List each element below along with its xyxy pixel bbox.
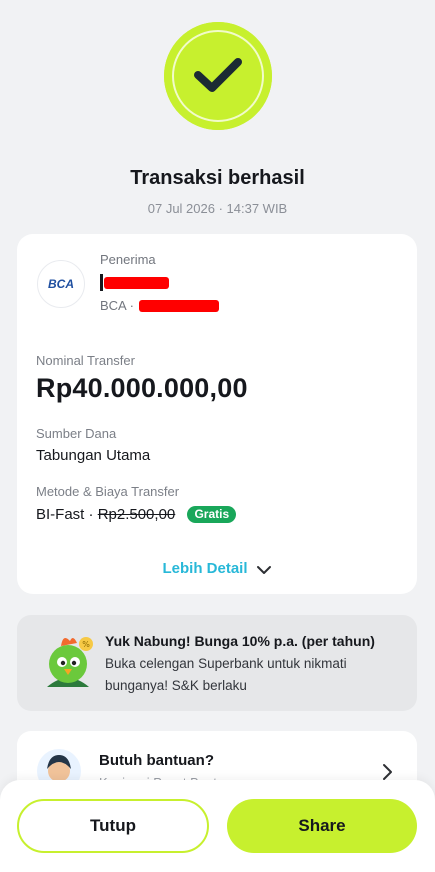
amount-label: Nominal Transfer <box>36 353 135 368</box>
bird-mascot-icon: % <box>47 637 93 687</box>
method-prefix: BI-Fast · <box>36 506 94 523</box>
promo-text: Buka celengan Superbank untuk nikmati bu… <box>105 656 347 693</box>
help-title: Butuh bantuan? <box>99 752 214 769</box>
success-status-circle <box>164 22 272 130</box>
close-button[interactable]: Tutup <box>17 799 209 853</box>
chevron-down-icon <box>256 566 271 574</box>
transaction-timestamp: 07 Jul 2026 · 14:37 WIB <box>147 201 288 216</box>
savings-promo-banner[interactable]: % Yuk Nabung! Bunga 10% p.a. (per tahun)… <box>17 615 417 711</box>
bank-logo-text: BCA <box>48 277 74 291</box>
page-title: Transaksi berhasil <box>130 167 305 189</box>
checkmark-icon <box>194 58 242 92</box>
redacted-account-number <box>139 300 219 312</box>
more-detail-link[interactable]: Lebih Detail <box>17 560 417 577</box>
more-detail-label: Lebih Detail <box>162 560 248 577</box>
bottom-action-bar: Tutup Share <box>0 780 435 872</box>
free-badge: Gratis <box>187 506 237 523</box>
promo-title: Yuk Nabung! Bunga 10% p.a. (per tahun) <box>105 633 375 649</box>
method-label: Metode & Biaya Transfer <box>36 484 180 499</box>
source-value: Tabungan Utama <box>36 447 151 464</box>
recipient-bank-prefix: BCA · <box>100 298 134 313</box>
recipient-name-visible-part <box>100 274 103 291</box>
transaction-card: BCA Penerima BCA · Nominal Transfer Rp40… <box>17 234 417 594</box>
source-label: Sumber Dana <box>36 426 117 441</box>
chevron-right-icon <box>383 764 392 780</box>
svg-text:%: % <box>82 640 90 649</box>
method-value: BI-Fast · Rp2.500,00 Gratis <box>36 506 237 523</box>
recipient-label: Penerima <box>100 252 156 267</box>
share-button[interactable]: Share <box>227 799 417 853</box>
original-fee: Rp2.500,00 <box>97 506 176 523</box>
bca-logo: BCA <box>37 260 85 308</box>
transfer-amount: Rp40.000.000,00 <box>36 373 248 403</box>
recipient-bank-line: BCA · <box>100 298 134 313</box>
redacted-recipient-name <box>104 277 169 289</box>
